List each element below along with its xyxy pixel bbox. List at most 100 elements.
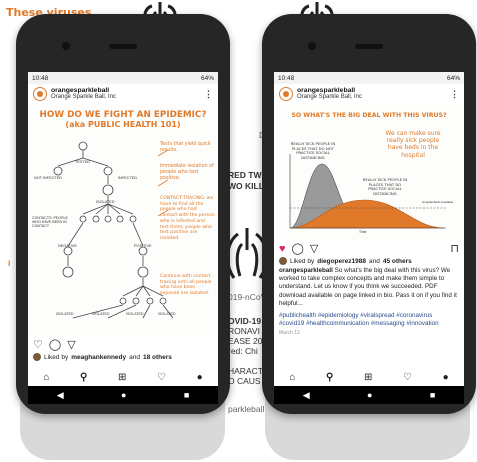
note-contact-tracing: CONTACT TRACING: we have to find all the… <box>160 196 215 242</box>
search-icon[interactable]: ⚲ <box>80 372 87 383</box>
android-nav-bar: ◀ ● ■ <box>28 386 218 404</box>
liked-others[interactable]: 45 others <box>383 258 412 265</box>
comment-icon[interactable]: ◯ <box>49 338 61 351</box>
stage: These viruses RED TWO WO KILL D i 019-nC… <box>0 0 477 462</box>
back-triangle-icon[interactable]: ◀ <box>57 390 64 401</box>
label-positive: POSITIVE <box>134 244 152 248</box>
profile-icon[interactable]: ● <box>197 372 203 383</box>
avatar[interactable] <box>279 87 293 101</box>
instagram-tab-bar: ⌂ ⚲ ⊞ ♡ ● <box>28 368 218 386</box>
x-axis-label: Time <box>359 230 367 234</box>
bg-fragment-9: HARACT <box>228 366 263 376</box>
kebab-icon[interactable]: ⋮ <box>204 89 213 100</box>
screen-right: 10:48 64% orangesparkleball Orange Spark… <box>274 72 464 404</box>
bg-fragment-5: OVID-19 <box>228 316 262 326</box>
front-camera <box>308 42 316 50</box>
bookmark-icon[interactable]: ⊓ <box>450 242 459 255</box>
label-not-infected: NOT INFECTED <box>34 176 62 180</box>
flatten-curve-chart <box>289 154 446 229</box>
home-circle-icon[interactable]: ● <box>367 390 372 400</box>
add-post-icon[interactable]: ⊞ <box>364 372 372 383</box>
avatar[interactable] <box>33 87 47 101</box>
liked-and: and <box>129 353 140 361</box>
label-isolated-2: ISOLATED <box>92 312 110 316</box>
bg-fragment-3: i <box>8 258 11 268</box>
status-battery: 64% <box>200 74 214 82</box>
label-contacts: CONTACTS: PEOPLE WHO HAVE BEEN IN CONTAC… <box>32 216 68 228</box>
heart-icon[interactable]: ♡ <box>33 338 43 351</box>
post-image-big-deal[interactable]: SO WHAT'S THE BIG DEAL WITH THIS VIRUS? … <box>274 104 464 240</box>
bg-fragment-1: WO KILL <box>228 181 264 191</box>
bg-fragment-10: O CAUS <box>228 376 261 386</box>
note-continue-tracing: Continue with contact tracing until all … <box>160 274 212 297</box>
post-image-epidemic[interactable]: HOW DO WE FIGHT AN EPIDEMIC? (aka PUBLIC… <box>28 104 218 336</box>
liked-by[interactable]: Liked by diegoperez1988 and 45 others <box>274 257 464 265</box>
screen-left: 10:48 64% orangesparkleball Orange Spark… <box>28 72 218 404</box>
back-triangle-icon[interactable]: ◀ <box>303 390 310 401</box>
label-isolated: ISOLATED <box>96 200 115 204</box>
kebab-icon[interactable]: ⋮ <box>450 89 459 100</box>
liked-user[interactable]: diegoperez1988 <box>317 258 366 265</box>
home-icon[interactable]: ⌂ <box>289 372 295 383</box>
recents-square-icon[interactable]: ■ <box>430 390 435 400</box>
post-actions: ♥ ◯ ▽ ⊓ <box>274 240 464 257</box>
status-bar: 10:48 64% <box>274 72 464 84</box>
liked-prefix: Liked by <box>44 353 69 361</box>
bg-fragment-4: 019-nCoV <box>228 292 267 302</box>
heart-outline-icon[interactable]: ♡ <box>403 372 412 383</box>
liked-user[interactable]: meaghankennedy <box>71 354 126 361</box>
liked-by[interactable]: Liked by meaghankennedy and 18 others <box>28 353 218 361</box>
status-time: 10:48 <box>32 74 49 82</box>
post-location[interactable]: Orange Sparkle Ball, Inc <box>51 94 200 100</box>
phone-left: 10:48 64% orangesparkleball Orange Spark… <box>16 14 230 414</box>
recents-square-icon[interactable]: ■ <box>184 390 189 400</box>
label-negative: NEGATIVE <box>58 244 77 248</box>
bg-fragment-8: red: Chi <box>228 346 258 356</box>
caption-username[interactable]: orangesparkleball <box>279 267 333 274</box>
liker-avatar <box>33 353 41 361</box>
beds-label: Hospital Beds Available <box>422 200 454 204</box>
heart-icon[interactable]: ♥ <box>279 243 286 255</box>
speaker-grille <box>109 44 137 49</box>
home-circle-icon[interactable]: ● <box>121 390 126 400</box>
bg-fragment-6: RONAVI <box>228 326 260 336</box>
bg-fragment-7: EASE 20 <box>228 336 263 346</box>
liker-avatar <box>279 257 287 265</box>
android-nav-bar: ◀ ● ■ <box>274 386 464 404</box>
post-title: HOW DO WE FIGHT AN EPIDEMIC? <box>39 110 207 120</box>
label-isolated-1: ISOLATED <box>56 312 74 316</box>
label-tested: TESTED <box>75 160 90 164</box>
post-actions: ♡ ◯ ▽ <box>28 336 218 353</box>
speaker-grille <box>355 44 383 49</box>
post-hashtags[interactable]: #publichealth #epidemiology #viralspread… <box>274 310 464 330</box>
post-location[interactable]: Orange Sparkle Ball, Inc <box>297 94 446 100</box>
note-quick-tests: Tests that yield quick results. <box>160 142 211 153</box>
post-caption: orangesparkleball So what's the big deal… <box>274 265 464 310</box>
comment-icon[interactable]: ◯ <box>292 242 304 255</box>
send-icon[interactable]: ▽ <box>67 338 75 351</box>
profile-icon[interactable]: ● <box>443 372 449 383</box>
search-icon[interactable]: ⚲ <box>326 372 333 383</box>
heart-outline-icon[interactable]: ♡ <box>157 372 166 383</box>
instagram-tab-bar: ⌂ ⚲ ⊞ ♡ ● <box>274 368 464 386</box>
post-username[interactable]: orangesparkleball <box>51 87 200 95</box>
note-isolation: Immediate isolation of people who test p… <box>160 164 214 181</box>
status-battery: 64% <box>446 74 460 82</box>
bg-fragment-11: parkleball <box>228 404 265 414</box>
label-infected: INFECTED <box>118 176 137 180</box>
liked-and: and <box>369 257 380 265</box>
add-post-icon[interactable]: ⊞ <box>118 372 126 383</box>
front-camera <box>62 42 70 50</box>
send-icon[interactable]: ▽ <box>310 242 318 255</box>
post-subtitle: (aka PUBLIC HEALTH 101) <box>65 120 181 129</box>
liked-prefix: Liked by <box>290 257 315 265</box>
home-icon[interactable]: ⌂ <box>43 372 49 383</box>
post-header[interactable]: orangesparkleball Orange Sparkle Ball, I… <box>28 84 218 104</box>
label-isolated-4: ISOLATED <box>158 312 176 316</box>
label-isolated-3: ISOLATED <box>126 312 144 316</box>
phone-right: 10:48 64% orangesparkleball Orange Spark… <box>262 14 476 414</box>
post-header[interactable]: orangesparkleball Orange Sparkle Ball, I… <box>274 84 464 104</box>
post-date: March 13 <box>279 330 300 337</box>
liked-others[interactable]: 18 others <box>143 354 172 361</box>
post-username[interactable]: orangesparkleball <box>297 87 446 95</box>
